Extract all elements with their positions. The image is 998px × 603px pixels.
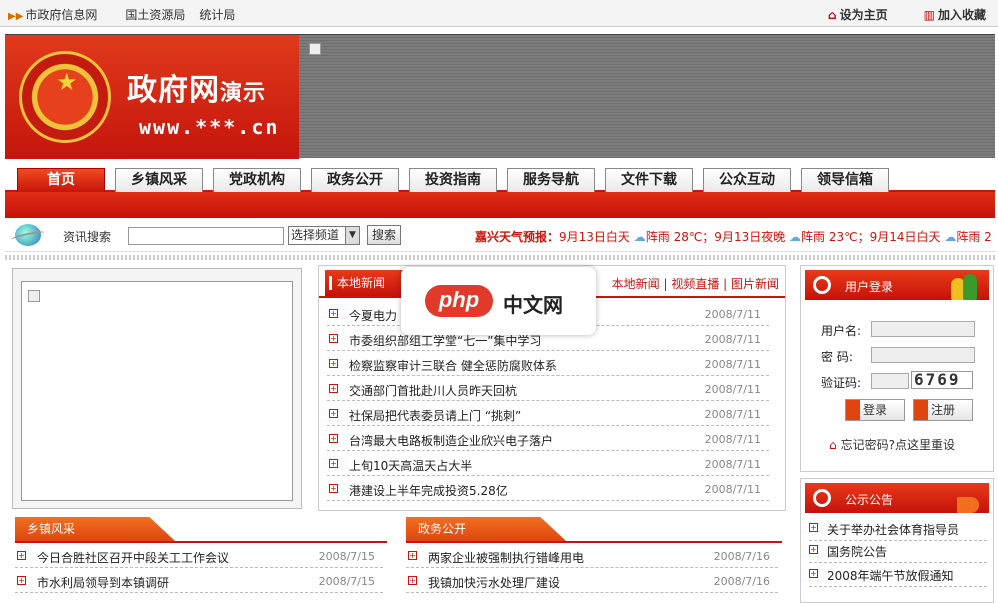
tab-investment[interactable]: 投资指南 — [409, 168, 497, 192]
bullet-icon: + — [329, 434, 338, 443]
captcha-input[interactable] — [871, 373, 909, 389]
township-item[interactable]: + 今日合胜社区召开中段关工工作会议 2008/7/15 — [15, 546, 383, 568]
tab-township[interactable]: 乡镇风采 — [115, 168, 203, 192]
php-watermark: php 中文网 — [401, 267, 596, 335]
login-panel: 用户登录 用户名: 密 码: 验证码: 6769 登录 注册 ⌂ 忘记密码?点这里… — [800, 265, 994, 472]
top-link-stats[interactable]: 统计局 — [199, 6, 235, 23]
header-banner: ★ 政府网演示 www.***.cn — [5, 34, 995, 159]
bullet-icon: + — [329, 409, 338, 418]
search-bar: 资讯搜索 选择频道 ▼ 搜索 嘉兴天气预报：9月13日白天 ☁阵雨 28℃；9月1… — [5, 220, 995, 252]
notice-item[interactable]: + 关于举办社会体育指导员 — [809, 517, 987, 541]
set-home-link[interactable]: ⌂ 设为主页 — [828, 6, 888, 23]
globe-icon — [15, 224, 41, 246]
php-logo: php — [425, 285, 493, 317]
dotted-divider — [5, 255, 995, 260]
tab-party-gov[interactable]: 党政机构 — [213, 168, 301, 192]
news-item[interactable]: + 台湾最大电路板制造企业欣兴电子落户 2008/7/11 — [327, 429, 769, 451]
house-icon: ⌂ — [829, 438, 837, 452]
bullet-icon: + — [329, 359, 338, 368]
username-input[interactable] — [871, 321, 975, 337]
register-button[interactable]: 注册 — [913, 399, 973, 421]
national-emblem-icon: ★ — [19, 51, 111, 143]
affairs-item[interactable]: + 两家企业被强制执行错峰用电 2008/7/16 — [406, 546, 778, 568]
affairs-title[interactable]: 政务公开 — [406, 517, 566, 541]
site-logo[interactable]: ★ 政府网演示 www.***.cn — [5, 35, 299, 159]
weather-ticker: 嘉兴天气预报：9月13日白天 ☁阵雨 28℃；9月13日夜晚 ☁阵雨 23℃；9… — [475, 230, 992, 244]
login-button[interactable]: 登录 — [845, 399, 905, 421]
bullet-icon: + — [17, 576, 26, 585]
notice-title: 公示公告 — [845, 493, 894, 507]
home-icon: ⌂ — [828, 8, 837, 22]
add-favorite-link[interactable]: ▥ 加入收藏 — [924, 6, 986, 23]
bullet-icon: + — [329, 334, 338, 343]
bullet-icon: + — [329, 384, 338, 393]
tab-downloads[interactable]: 文件下载 — [605, 168, 693, 192]
tab-affairs[interactable]: 政务公开 — [311, 168, 399, 192]
forgot-password-link[interactable]: ⌂ 忘记密码?点这里重设 — [829, 436, 955, 453]
top-bar: ▶▶ 市政府信息网 国土资源局 统计局 ⌂ 设为主页 ▥ 加入收藏 — [0, 0, 998, 27]
login-header: 用户登录 — [805, 270, 989, 300]
bullet-icon: + — [329, 309, 338, 318]
bullet-icon: + — [408, 551, 417, 560]
tab-public[interactable]: 公众互动 — [703, 168, 791, 192]
password-input[interactable] — [871, 347, 975, 363]
search-button[interactable]: 搜索 — [367, 225, 401, 245]
logo-title: 政府网演示 — [127, 73, 267, 108]
cloud-icon: ☁ — [633, 230, 646, 244]
top-links: ▶▶ 市政府信息网 国土资源局 统计局 — [8, 6, 249, 23]
news-item[interactable]: + 上旬10天高温天占大半 2008/7/11 — [327, 454, 769, 476]
swirl-icon — [813, 276, 831, 294]
top-link-city-gov[interactable]: ▶▶ 市政府信息网 — [8, 6, 111, 23]
swirl-icon — [813, 489, 831, 507]
news-item[interactable]: + 社保局把代表委员请上门 “挑刺” 2008/7/11 — [327, 404, 769, 426]
chevron-down-icon: ▼ — [345, 227, 359, 244]
triangle-icon: ▶▶ — [8, 11, 24, 22]
picture-box — [12, 268, 302, 509]
captcha-image: 6769 — [911, 371, 973, 389]
tab-leader-mail[interactable]: 领导信箱 — [801, 168, 889, 192]
logo-url: www.***.cn — [139, 115, 280, 139]
bullet-icon: + — [809, 523, 818, 532]
township-title[interactable]: 乡镇风采 — [15, 517, 175, 541]
users-icon — [951, 270, 983, 300]
login-title: 用户登录 — [845, 280, 894, 294]
tab-service[interactable]: 服务导航 — [507, 168, 595, 192]
search-input[interactable] — [128, 227, 284, 245]
megaphone-icon — [951, 483, 983, 513]
tab-home[interactable]: 首页 — [17, 168, 105, 192]
bullet-icon: + — [17, 551, 26, 560]
top-link-land[interactable]: 国土资源局 — [125, 6, 185, 23]
news-category-links[interactable]: 本地新闻 | 视频直播 | 图片新闻 — [612, 275, 779, 292]
bullet-icon: + — [329, 459, 338, 468]
news-item[interactable]: + 检察监察审计三联合 健全惩防腐败体系 2008/7/11 — [327, 354, 769, 376]
cloud-icon: ☁ — [944, 230, 957, 244]
notice-item[interactable]: + 国务院公告 — [809, 539, 987, 563]
php-watermark-text: 中文网 — [503, 293, 563, 317]
channel-select[interactable]: 选择频道 ▼ — [288, 226, 360, 245]
news-item[interactable]: + 港建设上半年完成投资5.28亿 2008/7/11 — [327, 479, 769, 501]
search-label: 资讯搜索 — [63, 230, 112, 244]
captcha-label: 验证码: — [821, 376, 862, 390]
notice-item[interactable]: +2008年端午节放假通知 — [809, 563, 987, 587]
bullet-icon: + — [809, 569, 818, 578]
notice-panel: 公示公告 + 关于举办社会体育指导员 + 国务院公告 +2008年端午节放假通知 — [800, 478, 994, 603]
main-nav: 首页 乡镇风采 党政机构 政务公开 投资指南 服务导航 文件下载 公众互动 领导… — [5, 160, 995, 192]
bullet-icon: + — [408, 576, 417, 585]
username-label: 用户名: — [821, 324, 862, 338]
red-subnav-bar — [5, 192, 995, 218]
township-item[interactable]: + 市水利局领导到本镇调研 2008/7/15 — [15, 571, 383, 593]
affairs-header: 政务公开 — [406, 517, 782, 543]
township-header: 乡镇风采 — [15, 517, 387, 543]
bullet-icon: + — [809, 545, 818, 554]
cloud-icon: ☁ — [789, 230, 802, 244]
password-label: 密 码: — [821, 350, 853, 364]
affairs-item[interactable]: + 我镇加快污水处理厂建设 2008/7/16 — [406, 571, 778, 593]
broken-image-icon — [309, 43, 321, 55]
bullet-icon: + — [329, 484, 338, 493]
news-item[interactable]: + 交通部门首批赴川人员昨天回杭 2008/7/11 — [327, 379, 769, 401]
book-icon: ▥ — [923, 8, 935, 22]
picture-frame — [21, 281, 293, 501]
notice-header: 公示公告 — [805, 483, 989, 513]
broken-image-icon — [28, 290, 40, 302]
